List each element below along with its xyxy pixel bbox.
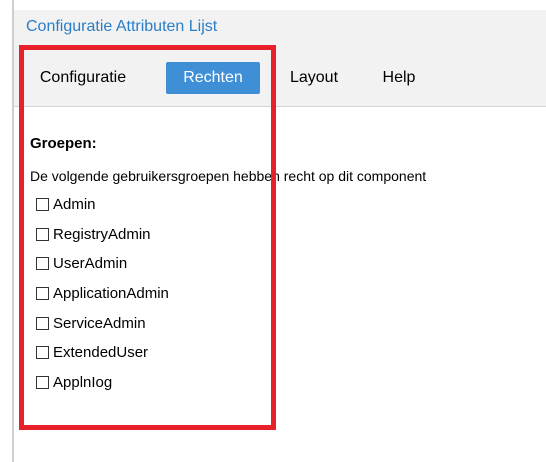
title-bar: Configuratie Attributen Lijst xyxy=(14,10,546,42)
group-row-useradmin[interactable]: UserAdmin xyxy=(36,252,127,274)
menu-bar: Configuratie Rechten Layout Help xyxy=(14,42,546,107)
group-row-admin[interactable]: Admin xyxy=(36,193,96,215)
checkbox-admin[interactable] xyxy=(36,197,49,211)
group-label: ExtendedUser xyxy=(53,343,149,361)
group-label: ApplnIog xyxy=(53,373,113,391)
group-label: UserAdmin xyxy=(53,254,128,272)
rights-panel: Groepen: De volgende gebruikersgroepen h… xyxy=(14,107,546,462)
checkbox-registryadmin[interactable] xyxy=(36,227,49,241)
tab-configuratie[interactable]: Configuratie xyxy=(28,62,138,94)
group-label: Admin xyxy=(53,195,96,213)
group-row-serviceadmin[interactable]: ServiceAdmin xyxy=(36,312,146,334)
tab-layout[interactable]: Layout xyxy=(279,62,349,94)
checkbox-applicationadmin[interactable] xyxy=(36,286,49,300)
group-row-registryadmin[interactable]: RegistryAdmin xyxy=(36,223,151,245)
group-label: ApplicationAdmin xyxy=(53,284,169,302)
group-row-applnlog[interactable]: ApplnIog xyxy=(36,371,112,393)
tab-rechten[interactable]: Rechten xyxy=(166,62,260,94)
group-row-applicationadmin[interactable]: ApplicationAdmin xyxy=(36,282,169,304)
tab-help[interactable]: Help xyxy=(374,62,424,94)
group-label: RegistryAdmin xyxy=(53,225,151,243)
group-label: ServiceAdmin xyxy=(53,314,146,332)
window-title: Configuratie Attributen Lijst xyxy=(26,18,218,35)
checkbox-serviceadmin[interactable] xyxy=(36,316,49,330)
checkbox-useradmin[interactable] xyxy=(36,256,49,270)
checkbox-applnlog[interactable] xyxy=(36,375,49,389)
checkbox-extendeduser[interactable] xyxy=(36,345,49,359)
groups-heading: Groepen: xyxy=(30,135,97,152)
group-row-extendeduser[interactable]: ExtendedUser xyxy=(36,341,148,363)
groups-description: De volgende gebruikersgroepen hebben rec… xyxy=(30,168,427,184)
